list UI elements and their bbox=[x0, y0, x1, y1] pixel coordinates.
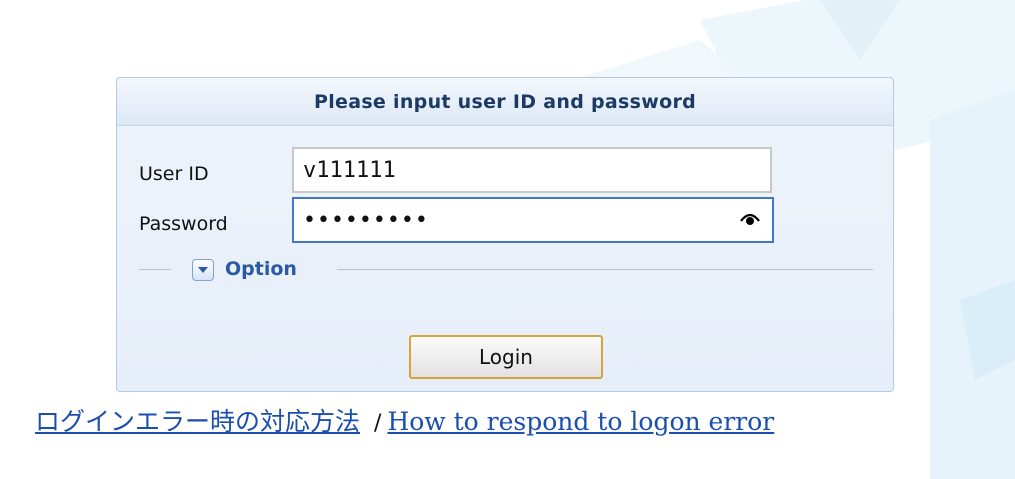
divider bbox=[337, 269, 873, 270]
divider bbox=[139, 269, 171, 270]
user-id-input[interactable] bbox=[292, 147, 772, 193]
password-field[interactable] bbox=[292, 197, 774, 243]
password-input[interactable] bbox=[294, 199, 732, 241]
user-id-label: User ID bbox=[139, 163, 209, 185]
password-label: Password bbox=[139, 213, 228, 235]
login-button[interactable]: Login bbox=[409, 335, 603, 379]
option-row: Option bbox=[139, 250, 875, 290]
help-link-japanese[interactable]: ログインエラー時の対応方法 bbox=[35, 407, 360, 436]
login-title: Please input user ID and password bbox=[313, 90, 697, 113]
help-links: ログインエラー時の対応方法 / How to respond to logon er… bbox=[35, 402, 774, 438]
login-panel-header: Please input user ID and password bbox=[117, 78, 893, 126]
option-label[interactable]: Option bbox=[225, 258, 297, 280]
option-expand-button[interactable] bbox=[192, 259, 214, 281]
help-link-english[interactable]: How to respond to logon error bbox=[387, 407, 774, 436]
eye-icon[interactable] bbox=[740, 210, 760, 226]
login-panel: Please input user ID and password User I… bbox=[116, 77, 894, 392]
link-separator: / bbox=[374, 411, 382, 436]
chevron-down-icon bbox=[198, 267, 208, 273]
